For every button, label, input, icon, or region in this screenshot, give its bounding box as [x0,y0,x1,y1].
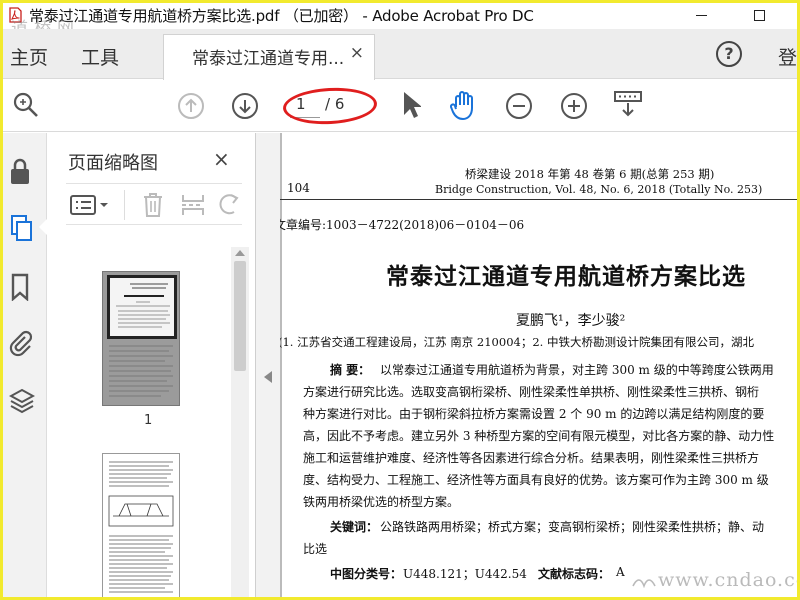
clc-number: U448.121；U442.54 [403,567,527,581]
window-title: 常泰过江通道专用航道桥方案比选.pdf （已加密） - Adobe Acroba… [29,6,534,25]
close-icon[interactable]: × [350,43,364,63]
title-bar: 常泰过江通道专用航道桥方案比选.pdf （已加密） - Adobe Acroba… [3,3,797,39]
author-affiliation: (1. 江苏省交通工程建设局，江苏 南京 210004；2. 中铁大桥勘测设计院… [280,335,754,349]
thumbnail-scrollbar[interactable] [231,247,249,597]
maximize-icon [753,9,765,21]
rotate-page-icon[interactable] [218,192,240,222]
tab-document[interactable]: 常泰过江通道专用... × [163,34,375,80]
thumbnail-page-label: 1 [144,413,153,428]
document-code: A [616,565,625,579]
keywords: 公路铁路两用桥梁；桥式方案；变高钢桁梁桥；刚性梁柔性拱桥；静、动 [380,520,765,534]
page-edge [280,133,282,597]
scroll-mode-icon[interactable] [613,90,643,124]
attachment-icon[interactable] [9,329,33,361]
thumbnail-heading-lines [116,283,170,328]
zoom-in-icon[interactable] [560,92,588,124]
active-panel-pointer [39,219,47,235]
keywords-label: 关键词： [330,520,379,534]
page-down-icon[interactable] [231,92,259,124]
acrobat-window: 常泰过江通道专用航道桥方案比选.pdf （已加密） - Adobe Acroba… [0,0,800,600]
thumbnail-page2-content [108,461,174,593]
options-menu-icon[interactable] [70,194,112,220]
zoom-out-icon[interactable] [505,92,533,124]
sign-in-button[interactable]: 登 [778,43,797,70]
panel-collapse-bar[interactable] [256,133,280,597]
document-tab-label: 常泰过江通道专用... [192,49,345,69]
abstract-line: 度、结构受力、工程施工、经济性等方面具有良好的优势。该方案可作为主跨 300 m… [303,473,769,487]
help-icon[interactable]: ? [716,41,742,67]
scroll-up-arrow-icon[interactable] [235,250,245,256]
journal-header-en: Bridge Construction, Vol. 48, No. 6, 201… [435,183,763,196]
extract-page-icon[interactable] [180,192,206,222]
watermark-logo-icon [632,573,656,592]
clc-label: 中图分类号： [330,567,403,581]
abstract-line: 方案进行研究比选。选取变高钢桁梁桥、刚性梁柔性单拱桥、刚性梁柔性三拱桥、钢桁 [303,385,760,399]
page-thumbnail-2[interactable] [102,453,180,597]
tab-home[interactable]: 主页 [10,43,48,70]
panel-title: 页面缩略图 [68,153,158,174]
select-arrow-icon[interactable] [401,90,422,124]
document-code-label: 文献标志码： [538,567,611,581]
abstract-line: 铁两用桥梁优选的桥型方案。 [303,495,460,509]
header-rule [280,199,797,200]
zoom-search-icon[interactable] [11,90,41,124]
article-number: 文章编号:1003－4722(2018)06－0104－06 [280,218,525,232]
journal-header-cn: 桥梁建设 2018 年第 48 卷第 6 期(总第 253 期) [465,167,715,181]
abstract-line: 高，因此不予考虑。建立另外 3 种桥型方案的空间有限元模型，对比各方案的静、动力… [303,429,775,443]
visible-area-frame[interactable] [107,275,177,339]
hand-tool-icon[interactable] [449,89,478,125]
toolbar: 1 / 6 [3,80,797,132]
scrollbar-thumb[interactable] [234,261,246,371]
document-view[interactable]: 104 桥梁建设 2018 年第 48 卷第 6 期(总第 253 期) Bri… [280,133,797,597]
maximize-button[interactable] [739,3,779,27]
abstract-line: 以常泰过江通道专用航道桥为背景，对主跨 300 m 级的中等跨度公铁两用 [380,363,774,377]
tab-bar: 主页 工具 常泰过江通道专用... × ? 登 [3,29,797,80]
thumbnail-toolbar [66,183,242,225]
toolbar-divider [124,190,125,220]
minimize-button[interactable] [683,3,719,27]
paper-authors: 夏鹏飞¹，李少骏² [516,313,626,329]
keywords-continued: 比选 [303,542,328,556]
bookmark-icon[interactable] [9,273,31,305]
page-up-icon[interactable] [177,92,205,124]
abstract-label: 摘 要： [330,363,371,377]
tab-tools[interactable]: 工具 [81,43,119,70]
delete-page-icon[interactable] [141,192,165,222]
pages-icon[interactable] [9,213,35,247]
site-watermark: www.cndao.com [658,569,797,591]
minimize-icon [695,14,707,16]
abstract-line: 施工和运营维护难度、经济性等各因素进行综合分析。结果表明，刚性梁柔性三拱桥方 [303,451,760,465]
collapse-arrow-icon[interactable] [264,371,272,383]
layers-icon[interactable] [8,387,36,419]
page-thumbnails-panel: 页面缩略图 × 1 [48,133,256,597]
abstract-line: 种方案进行对比。由于钢桁梁斜拉桥方案需设置 2 个 90 m 的边跨以满足结构刚… [303,407,765,421]
close-icon[interactable]: × [213,147,230,171]
navigation-rail [3,133,47,597]
page-number: 104 [287,181,310,195]
lock-icon[interactable] [9,157,31,189]
paper-title: 常泰过江通道专用航道桥方案比选 [386,264,746,290]
